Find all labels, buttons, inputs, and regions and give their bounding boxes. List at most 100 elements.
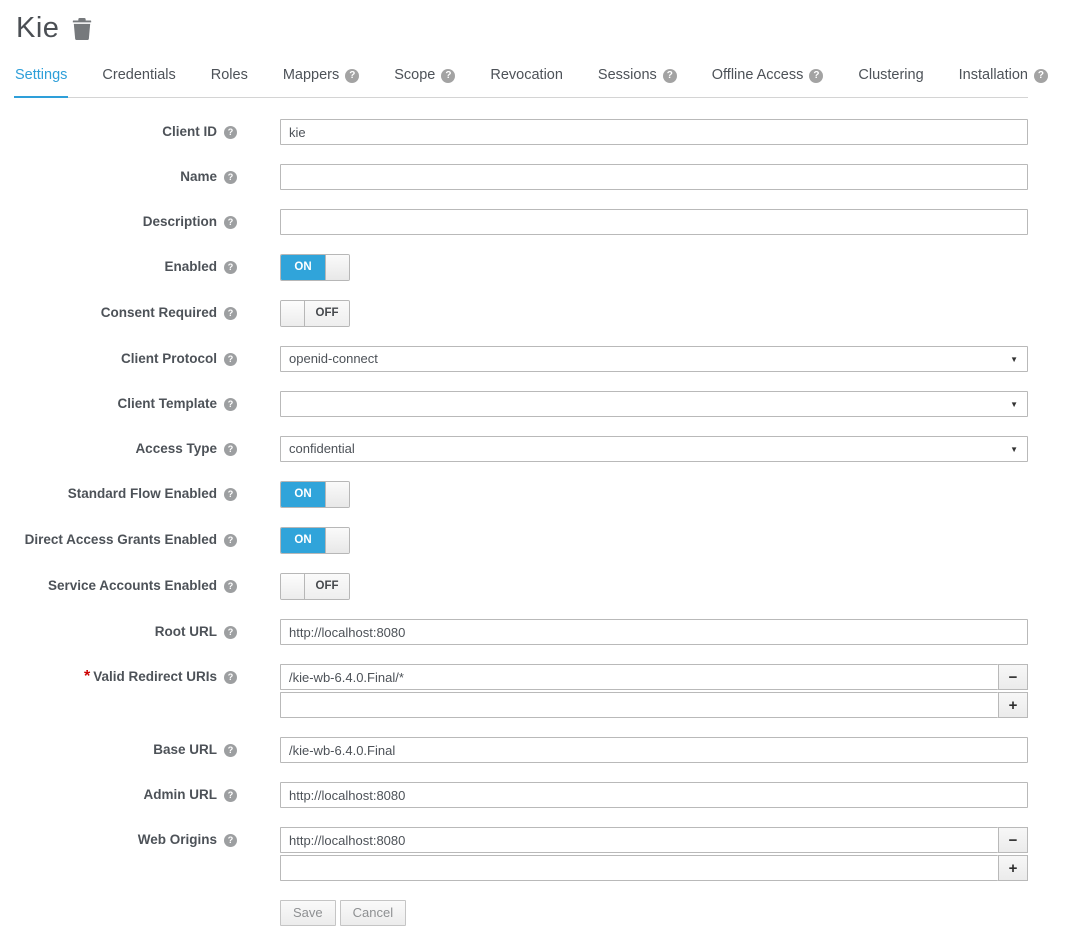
form-row-client-id: Client ID? xyxy=(14,119,1028,145)
client-template-select[interactable]: ▼ xyxy=(280,391,1028,417)
root-url-label: Root URL xyxy=(155,624,217,639)
client-protocol-label: Client Protocol xyxy=(121,351,217,366)
valid-redirect-uri-input-1[interactable] xyxy=(280,692,998,718)
selected-value: openid-connect xyxy=(289,351,378,366)
client-protocol-select[interactable]: openid-connect ▼ xyxy=(280,346,1028,372)
form-row-standard-flow: Standard Flow Enabled? ON xyxy=(14,481,1028,508)
help-icon[interactable]: ? xyxy=(224,216,237,229)
help-icon[interactable]: ? xyxy=(224,398,237,411)
tab-installation[interactable]: Installation? xyxy=(958,61,1049,98)
admin-url-label: Admin URL xyxy=(144,787,218,802)
help-icon[interactable]: ? xyxy=(224,353,237,366)
enabled-toggle[interactable]: ON xyxy=(280,254,350,281)
tab-roles[interactable]: Roles xyxy=(210,61,249,98)
toggle-on-label: ON xyxy=(281,528,325,553)
web-origin-input-1[interactable] xyxy=(280,855,998,881)
help-icon[interactable]: ? xyxy=(224,789,237,802)
delete-client-button[interactable] xyxy=(72,18,92,40)
form-row-service-accounts: Service Accounts Enabled? OFF xyxy=(14,573,1028,600)
tab-scope[interactable]: Scope? xyxy=(393,61,456,98)
tab-credentials[interactable]: Credentials xyxy=(101,61,176,98)
help-icon[interactable]: ? xyxy=(224,744,237,757)
name-input[interactable] xyxy=(280,164,1028,190)
field-label: Admin URL? xyxy=(14,782,237,808)
tab-label: Clustering xyxy=(858,67,923,83)
help-icon[interactable]: ? xyxy=(224,443,237,456)
tab-mappers[interactable]: Mappers? xyxy=(282,61,360,98)
redirect-uri-row: − xyxy=(280,664,1028,690)
field-label: *Valid Redirect URIs? xyxy=(14,664,237,718)
client-template-label: Client Template xyxy=(117,396,217,411)
actions-spacer xyxy=(14,900,237,926)
help-icon[interactable]: ? xyxy=(224,626,237,639)
caret-down-icon: ▼ xyxy=(1010,392,1018,417)
save-button[interactable]: Save xyxy=(280,900,336,926)
form-actions: SaveCancel xyxy=(14,900,1028,926)
toggle-on-label: ON xyxy=(281,482,325,507)
service-accounts-toggle[interactable]: OFF xyxy=(280,573,350,600)
cancel-button[interactable]: Cancel xyxy=(340,900,406,926)
help-icon[interactable]: ? xyxy=(224,671,237,684)
field-label: Consent Required? xyxy=(14,300,237,327)
tab-offline-access[interactable]: Offline Access? xyxy=(711,61,825,98)
field-label: Service Accounts Enabled? xyxy=(14,573,237,600)
help-icon: ? xyxy=(1034,69,1048,83)
form-row-description: Description? xyxy=(14,209,1028,235)
field-label: Description? xyxy=(14,209,237,235)
settings-form: Client ID? Name? Description? xyxy=(14,119,1028,926)
help-icon[interactable]: ? xyxy=(224,261,237,274)
web-origin-input-0[interactable] xyxy=(280,827,998,853)
field-label: Root URL? xyxy=(14,619,237,645)
tab-label: Revocation xyxy=(490,67,563,83)
valid-redirect-uris-label: Valid Redirect URIs xyxy=(93,669,217,684)
redirect-uri-row: + xyxy=(280,692,1028,718)
consent-required-toggle[interactable]: OFF xyxy=(280,300,350,327)
admin-url-input[interactable] xyxy=(280,782,1028,808)
field-label: Client Template? xyxy=(14,391,237,417)
tab-clustering[interactable]: Clustering xyxy=(857,61,924,98)
root-url-input[interactable] xyxy=(280,619,1028,645)
help-icon[interactable]: ? xyxy=(224,834,237,847)
description-label: Description xyxy=(143,214,217,229)
direct-access-grants-toggle[interactable]: ON xyxy=(280,527,350,554)
help-icon[interactable]: ? xyxy=(224,534,237,547)
tab-sessions[interactable]: Sessions? xyxy=(597,61,678,98)
standard-flow-toggle[interactable]: ON xyxy=(280,481,350,508)
field-label: Base URL? xyxy=(14,737,237,763)
field-label: Direct Access Grants Enabled? xyxy=(14,527,237,554)
help-icon[interactable]: ? xyxy=(224,307,237,320)
field-label: Access Type? xyxy=(14,436,237,462)
consent-required-label: Consent Required xyxy=(101,305,217,320)
tab-settings[interactable]: Settings xyxy=(14,61,68,98)
help-icon[interactable]: ? xyxy=(224,580,237,593)
web-origin-row: + xyxy=(280,855,1028,881)
page-title: Kie xyxy=(16,12,59,45)
form-row-valid-redirect-uris: *Valid Redirect URIs? − + xyxy=(14,664,1028,718)
client-tabs: Settings Credentials Roles Mappers? Scop… xyxy=(14,61,1028,98)
enabled-label: Enabled xyxy=(164,259,217,274)
field-label: Client Protocol? xyxy=(14,346,237,372)
add-redirect-uri-button[interactable]: + xyxy=(998,692,1028,718)
field-label: Standard Flow Enabled? xyxy=(14,481,237,508)
caret-down-icon: ▼ xyxy=(1010,437,1018,462)
tab-label: Sessions xyxy=(598,67,657,83)
remove-redirect-uri-button[interactable]: − xyxy=(998,664,1028,690)
toggle-off-label: OFF xyxy=(305,301,349,326)
access-type-select[interactable]: confidential ▼ xyxy=(280,436,1028,462)
tab-revocation[interactable]: Revocation xyxy=(489,61,564,98)
help-icon[interactable]: ? xyxy=(224,488,237,501)
web-origin-row: − xyxy=(280,827,1028,853)
field-label: Enabled? xyxy=(14,254,237,281)
valid-redirect-uri-input-0[interactable] xyxy=(280,664,998,690)
help-icon[interactable]: ? xyxy=(224,171,237,184)
description-input[interactable] xyxy=(280,209,1028,235)
base-url-input[interactable] xyxy=(280,737,1028,763)
remove-web-origin-button[interactable]: − xyxy=(998,827,1028,853)
form-row-admin-url: Admin URL? xyxy=(14,782,1028,808)
add-web-origin-button[interactable]: + xyxy=(998,855,1028,881)
field-label: Name? xyxy=(14,164,237,190)
selected-value: confidential xyxy=(289,441,355,456)
help-icon[interactable]: ? xyxy=(224,126,237,139)
form-row-client-protocol: Client Protocol? openid-connect ▼ xyxy=(14,346,1028,372)
client-id-input[interactable] xyxy=(280,119,1028,145)
